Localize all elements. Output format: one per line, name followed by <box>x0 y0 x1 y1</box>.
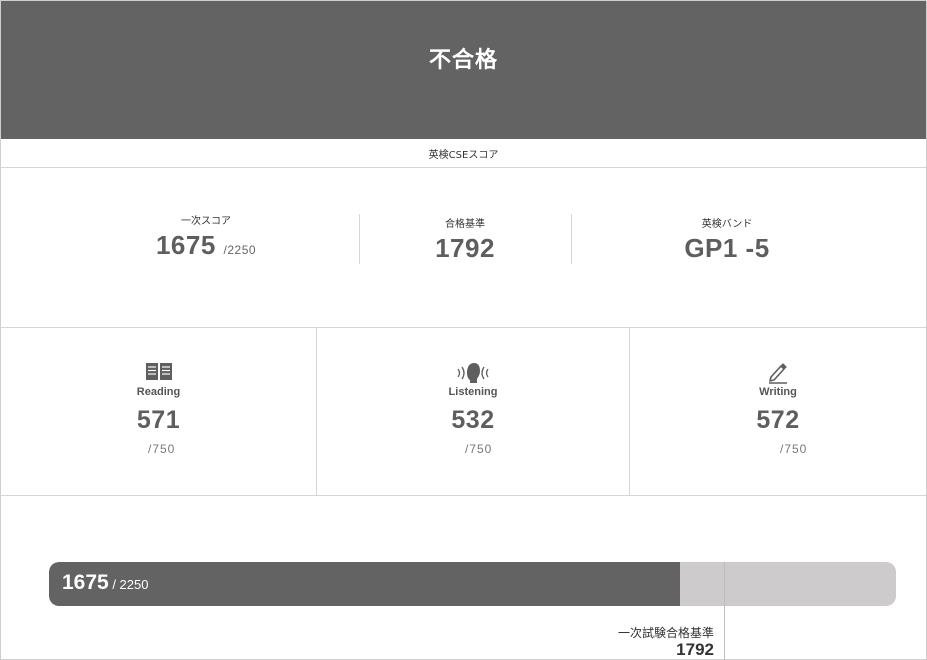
first-score-max: /2250 <box>223 243 257 257</box>
skill-max: /750 <box>780 442 808 456</box>
band-label: 英検バンド <box>701 219 753 230</box>
book-icon <box>1 362 316 384</box>
progress-max: / 2250 <box>108 577 149 592</box>
pass-threshold-label: 一次試験合格基準 <box>617 626 714 640</box>
skill-listening: Listening 532 /750 <box>316 328 629 496</box>
skill-writing: Writing 572 /750 <box>629 328 926 496</box>
pass-standard-value: 1792 <box>435 233 495 263</box>
skill-score: 532 <box>451 406 495 434</box>
cse-section-label: 英検CSEスコア <box>428 149 499 161</box>
skill-name: Writing <box>759 386 797 398</box>
first-score-value: 1675 /2250 <box>106 230 306 261</box>
pass-threshold-marker <box>724 562 725 660</box>
progress-score: 1675 <box>62 571 109 594</box>
skill-name: Listening <box>448 386 498 398</box>
pass-standard-block: 合格基準 1792 <box>359 168 571 328</box>
pass-standard-label: 合格基準 <box>445 219 485 230</box>
summary-divider <box>571 214 572 264</box>
score-summary: 一次スコア 1675 /2250 合格基準 1792 英検バンド GP1 -5 <box>1 168 926 328</box>
score-progress-bar: 1675 / 2250 <box>49 562 896 606</box>
band-block: 英検バンド GP1 -5 <box>627 168 827 328</box>
listening-icon <box>317 362 629 384</box>
first-score-block: 一次スコア 1675 /2250 <box>106 168 306 328</box>
result-header: 不合格 <box>1 1 926 139</box>
skill-reading: Reading 571 /750 <box>1 328 316 496</box>
skill-max: /750 <box>465 442 493 456</box>
skill-name: Reading <box>136 386 181 398</box>
skill-max: /750 <box>148 442 176 456</box>
first-score-label: 一次スコア <box>181 216 231 227</box>
pencil-icon <box>630 362 926 384</box>
skill-scores: Reading 571 /750 Listening 532 /750 Writ… <box>1 328 926 496</box>
skill-score: 571 <box>136 406 181 434</box>
cse-section-header: 英検CSEスコア <box>1 139 926 168</box>
progress-score-text: 1675 / 2250 <box>62 571 148 595</box>
pass-threshold-value: 1792 <box>676 640 714 659</box>
first-score-number: 1675 <box>155 230 216 260</box>
result-title: 不合格 <box>428 47 498 73</box>
skill-score: 572 <box>756 406 800 434</box>
band-value: GP1 -5 <box>684 233 770 263</box>
